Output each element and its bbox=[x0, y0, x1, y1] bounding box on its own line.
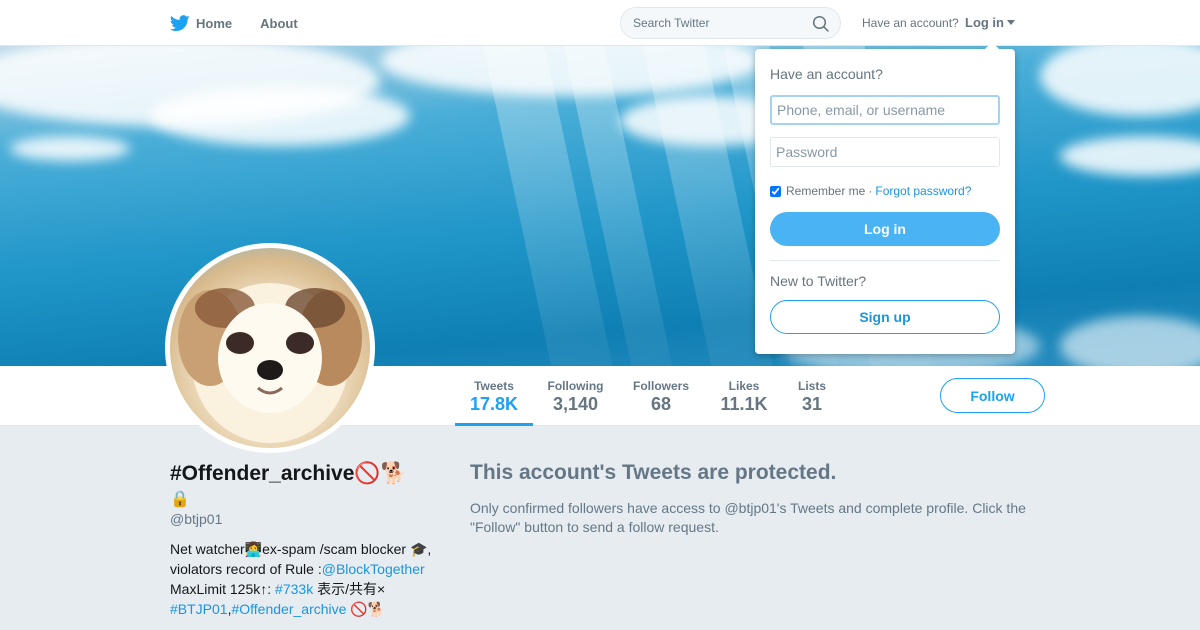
username-input[interactable] bbox=[770, 95, 1000, 125]
protected-heading: This account's Tweets are protected. bbox=[470, 461, 837, 484]
login-dropdown-title: Have an account? bbox=[770, 66, 883, 82]
home-label: Home bbox=[196, 15, 233, 31]
lock-icon: 🔒 bbox=[170, 491, 190, 508]
have-account-text: Have an account? bbox=[862, 16, 959, 30]
login-submit-button[interactable]: Log in bbox=[770, 212, 1000, 246]
profile-fullname[interactable]: #Offender_archive🚫🐕 bbox=[170, 460, 435, 487]
stat-label: Followers bbox=[632, 379, 689, 393]
stat-label: Lists bbox=[797, 379, 826, 393]
protected-body: Only confirmed followers have access to … bbox=[470, 500, 1026, 535]
stat-value: 3,140 bbox=[552, 394, 599, 414]
stat-following[interactable]: Following 3,140 bbox=[543, 366, 608, 426]
stat-value: 17.8K bbox=[469, 394, 519, 414]
stat-value: 31 bbox=[801, 394, 823, 414]
about-label: About bbox=[260, 15, 298, 31]
home-nav-link[interactable]: Home bbox=[170, 14, 233, 32]
stat-label: Tweets bbox=[474, 379, 514, 393]
top-navigation: Home About Have an account? Log in bbox=[0, 0, 1200, 46]
banner-cloud bbox=[1040, 46, 1200, 116]
remember-me-checkbox[interactable] bbox=[770, 185, 781, 197]
remember-me-row: Remember me · Forgot password? bbox=[770, 184, 971, 198]
divider bbox=[770, 260, 1000, 261]
avatar-image bbox=[170, 248, 370, 448]
bio-hashtag-link[interactable]: #733k bbox=[275, 581, 313, 597]
signup-button[interactable]: Sign up bbox=[770, 300, 1000, 334]
protected-account-notice: This account's Tweets are protected. Onl… bbox=[470, 460, 1050, 537]
banner-cloud bbox=[1060, 316, 1200, 366]
profile-card: #Offender_archive🚫🐕 🔒 @btjp01 Net watche… bbox=[170, 460, 435, 619]
stat-value: 11.1K bbox=[720, 394, 768, 414]
banner-cloud bbox=[10, 136, 130, 161]
stat-followers[interactable]: Followers 68 bbox=[628, 366, 694, 426]
stat-label: Likes bbox=[728, 379, 760, 393]
about-nav-link[interactable]: About bbox=[260, 16, 298, 31]
stat-label: Following bbox=[547, 379, 604, 393]
bio-mention-link[interactable]: @BlockTogether bbox=[322, 561, 425, 577]
caret-down-icon bbox=[1007, 20, 1015, 25]
remember-me-label[interactable]: Remember me bbox=[786, 184, 865, 198]
forgot-password-link[interactable]: Forgot password? bbox=[875, 184, 971, 198]
bio-text-segment: 表示/共有× bbox=[313, 581, 386, 597]
search-box bbox=[620, 7, 841, 39]
bio-text-segment: MaxLimit 125k↑: bbox=[170, 581, 276, 597]
bio-text-segment: 🚫🐕 bbox=[346, 601, 386, 617]
profile-screen-name[interactable]: @btjp01 bbox=[170, 511, 435, 527]
stat-tweets[interactable]: Tweets 17.8K bbox=[455, 366, 533, 426]
login-dropdown: Have an account? Remember me · Forgot pa… bbox=[755, 42, 1015, 354]
login-link-label: Log in bbox=[965, 15, 1004, 30]
search-icon[interactable] bbox=[812, 15, 830, 33]
password-input[interactable] bbox=[770, 137, 1000, 167]
new-to-twitter-text: New to Twitter? bbox=[770, 273, 867, 289]
nav-left: Home About bbox=[170, 0, 326, 46]
dropdown-arrow bbox=[985, 42, 999, 49]
profile-bio: Net watcher👩‍💻ex-spam /scam blocker 🎓, v… bbox=[170, 539, 435, 619]
puppy-icon bbox=[178, 283, 362, 443]
twitter-bird-icon bbox=[170, 14, 190, 31]
stat-likes[interactable]: Likes 11.1K bbox=[714, 366, 774, 426]
banner-cloud bbox=[150, 86, 410, 146]
banner-cloud bbox=[1060, 136, 1200, 176]
bio-hashtag-link[interactable]: #BTJP01 bbox=[170, 601, 228, 617]
stat-value: 68 bbox=[650, 394, 672, 414]
bio-hashtag-link[interactable]: #Offender_archive bbox=[231, 601, 346, 617]
stat-lists[interactable]: Lists 31 bbox=[793, 366, 831, 426]
avatar[interactable] bbox=[165, 243, 375, 453]
search-input[interactable] bbox=[633, 16, 803, 30]
login-dropdown-toggle[interactable]: Log in bbox=[965, 15, 1015, 30]
separator-dot: · bbox=[868, 184, 873, 198]
follow-button[interactable]: Follow bbox=[940, 378, 1045, 413]
